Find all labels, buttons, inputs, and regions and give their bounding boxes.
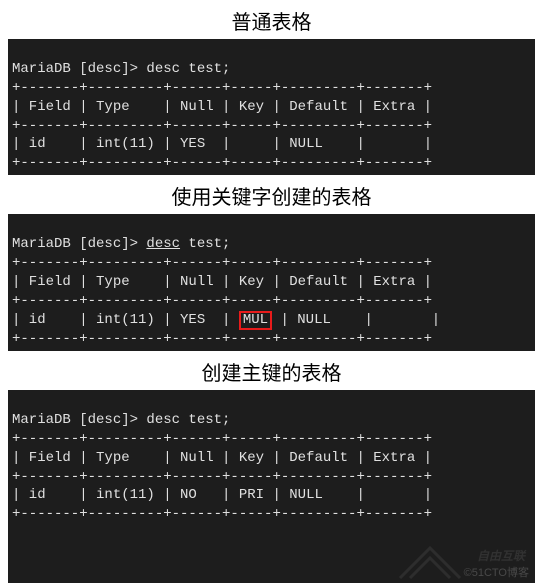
watermark-brand: 自由互联 bbox=[477, 549, 525, 565]
header-3: | Field | Type | Null | Key | Default | … bbox=[12, 450, 432, 466]
row-post-2: | NULL | | bbox=[272, 312, 440, 328]
watermark-logo-icon bbox=[395, 543, 465, 583]
border-3a: +-------+---------+------+-----+--------… bbox=[12, 431, 432, 447]
command-2b: test; bbox=[180, 236, 230, 252]
row-pre-2: | id | int(11) | YES | bbox=[12, 312, 239, 328]
terminal-block-3: MariaDB [desc]> desc test; +-------+----… bbox=[8, 390, 535, 583]
row-pre-3: | id | int(11) | NO | bbox=[12, 487, 239, 503]
border-3b: +-------+---------+------+-----+--------… bbox=[12, 469, 432, 485]
terminal-block-2: MariaDB [desc]> desc test; +-------+----… bbox=[8, 214, 535, 351]
border-1a: +-------+---------+------+-----+--------… bbox=[12, 80, 432, 96]
command-2: desc bbox=[146, 236, 180, 252]
border-3c: +-------+---------+------+-----+--------… bbox=[12, 506, 432, 522]
border-2c: +-------+---------+------+-----+--------… bbox=[12, 331, 432, 347]
header-2: | Field | Type | Null | Key | Default | … bbox=[12, 274, 432, 290]
section-caption-1: 普通表格 bbox=[0, 6, 543, 35]
prompt-2: MariaDB [desc]> bbox=[12, 236, 146, 252]
command-3: desc test; bbox=[146, 412, 230, 428]
row-pre-1: | id | int(11) | YES | bbox=[12, 136, 239, 152]
row-post-1: | NULL | | bbox=[264, 136, 432, 152]
key-cell-1 bbox=[239, 136, 264, 152]
prompt-3: MariaDB [desc]> bbox=[12, 412, 146, 428]
border-1b: +-------+---------+------+-----+--------… bbox=[12, 118, 432, 134]
watermark-source: ©51CTO博客 bbox=[464, 566, 529, 581]
prompt-1: MariaDB [desc]> bbox=[12, 61, 146, 77]
row-post-3: | NULL | | bbox=[264, 487, 432, 503]
header-1: | Field | Type | Null | Key | Default | … bbox=[12, 99, 432, 115]
section-caption-2: 使用关键字创建的表格 bbox=[0, 181, 543, 210]
key-cell-2-highlight: MUL bbox=[239, 311, 272, 330]
terminal-block-1: MariaDB [desc]> desc test; +-------+----… bbox=[8, 39, 535, 175]
border-1c: +-------+---------+------+-----+--------… bbox=[12, 155, 432, 171]
border-2b: +-------+---------+------+-----+--------… bbox=[12, 293, 432, 309]
key-cell-3: PRI bbox=[239, 487, 264, 503]
section-caption-3: 创建主键的表格 bbox=[0, 357, 543, 386]
command-1: desc test; bbox=[146, 61, 230, 77]
border-2a: +-------+---------+------+-----+--------… bbox=[12, 255, 432, 271]
